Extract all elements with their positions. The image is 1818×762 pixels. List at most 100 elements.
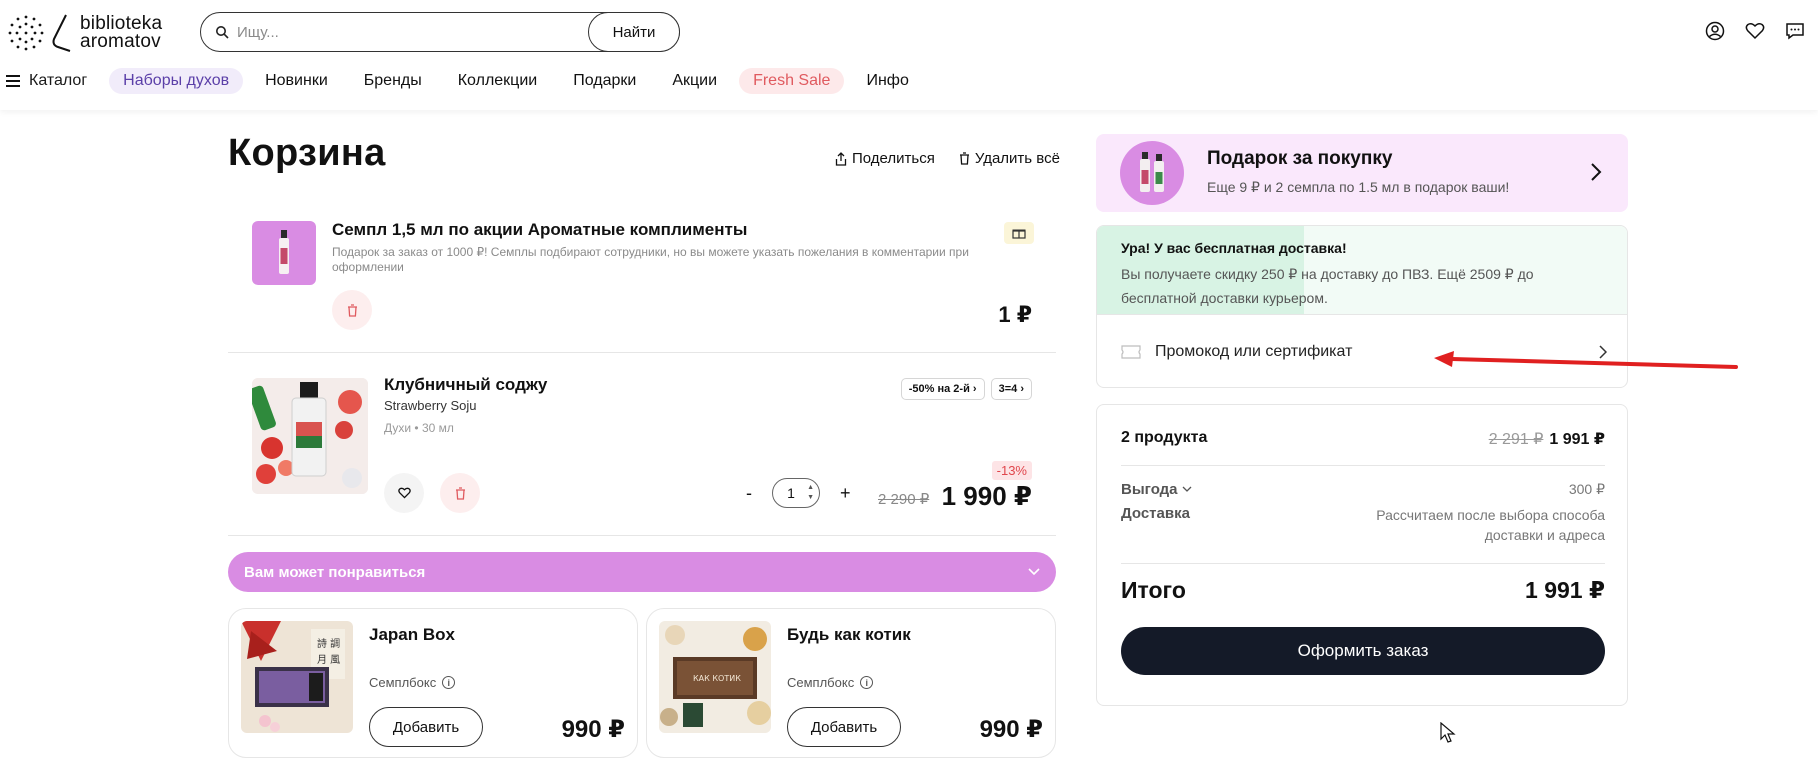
summary-benefit-label: Выгода (1121, 481, 1178, 498)
order-summary: 2 продукта 2 291 ₽ 1 991 ₽ Выгода 300 ₽ … (1096, 404, 1628, 706)
item-title[interactable]: Клубничный соджу (384, 375, 547, 395)
item-price: 1 ₽ (998, 302, 1032, 327)
nav-catalog[interactable]: Каталог (6, 72, 87, 90)
product-card[interactable]: КАК КОТИК Будь как котик Семплбокс i Доб… (646, 608, 1056, 758)
brand-name: biblioteka aromatov (80, 14, 162, 51)
product-image[interactable]: 詩 調 月 風 (241, 621, 353, 733)
search-button[interactable]: Найти (588, 12, 680, 52)
summary-delivery-value: Рассчитаем после выбора способа доставки… (1376, 507, 1605, 543)
product-price: 990 ₽ (979, 716, 1043, 743)
gift-banner[interactable]: Подарок за покупку Еще 9 ₽ и 2 семпла по… (1096, 134, 1628, 212)
product-type-label: Семплбокс (787, 675, 855, 690)
delivery-text: Вы получаете скидку 250 ₽ на доставку до… (1121, 266, 1534, 306)
gift-icon (1004, 222, 1034, 244)
product-type: Семплбокс i (369, 675, 456, 690)
summary-products-price: 1 991 ₽ (1549, 431, 1605, 448)
product-title[interactable]: Будь как котик (787, 625, 911, 645)
site-header: biblioteka aromatov Найти Каталог Наборы… (0, 0, 1818, 110)
share-button[interactable]: Поделиться (835, 150, 935, 167)
old-price: 2 290 ₽ (878, 491, 930, 508)
nav-item-fresh-sale[interactable]: Fresh Sale (739, 68, 845, 94)
recommend-title: Вам может понравиться (244, 563, 426, 581)
summary-benefit-value: 300 ₽ (1568, 481, 1605, 497)
nav-item-brands[interactable]: Бренды (350, 68, 436, 94)
logo-slash-icon (52, 14, 71, 52)
summary-benefit-row: Выгода 300 ₽ (1121, 481, 1605, 498)
nav-item-sales[interactable]: Акции (658, 68, 731, 94)
add-to-cart-button[interactable]: Добавить (787, 707, 901, 747)
brand-logo[interactable]: biblioteka aromatov (6, 12, 176, 54)
checkout-button[interactable]: Оформить заказ (1121, 627, 1605, 675)
main-nav: Каталог Наборы духов Новинки Бренды Колл… (0, 66, 923, 96)
product-title[interactable]: Japan Box (369, 625, 455, 645)
product-type-label: Семплбокс (369, 675, 437, 690)
remove-item-button[interactable] (440, 473, 480, 513)
logo-dots-icon (8, 15, 44, 51)
gift-subtitle: Еще 9 ₽ и 2 семпла по 1.5 мл в подарок в… (1207, 179, 1510, 195)
search-icon (216, 26, 229, 39)
promo-tag[interactable]: -50% на 2-й › (900, 378, 985, 400)
quantity-stepper: - 1 ▲ ▼ + (746, 478, 851, 508)
qty-field[interactable]: 1 ▲ ▼ (772, 478, 820, 508)
recommend-toggle[interactable]: Вам может понравиться (228, 552, 1056, 592)
heart-icon[interactable] (1744, 20, 1766, 42)
summary-total-row: Итого 1 991 ₽ (1121, 577, 1605, 604)
item-description: Подарок за заказ от 1000 ₽! Семплы подби… (332, 245, 969, 274)
info-icon[interactable]: i (860, 676, 874, 689)
trash-icon (455, 486, 465, 500)
nav-item-gifts[interactable]: Подарки (559, 68, 650, 94)
product-type: Семплбокс i (787, 675, 874, 690)
nav-item-new[interactable]: Новинки (251, 68, 342, 94)
nav-item-sets[interactable]: Наборы духов (109, 68, 244, 94)
trash-icon (959, 152, 969, 165)
summary-delivery-label: Доставка (1121, 505, 1190, 522)
item-meta: Духи • 30 мл (384, 421, 454, 435)
product-card[interactable]: 詩 調 月 風 Japan Box Семплбокс i Добавить 9… (228, 608, 638, 758)
spin-arrows-icon[interactable]: ▲ ▼ (807, 483, 814, 503)
chevron-right-icon (1591, 163, 1602, 181)
remove-item-button[interactable] (332, 290, 372, 330)
chat-icon[interactable] (1784, 20, 1806, 42)
promo-tag-label: 3=4 (998, 383, 1018, 395)
share-label: Поделиться (852, 150, 935, 167)
header-icons (1704, 20, 1806, 42)
annotation-arrow-icon (1434, 351, 1738, 369)
svg-text:月 風: 月 風 (317, 654, 340, 666)
nav-item-info[interactable]: Инфо (852, 68, 922, 94)
share-icon (835, 151, 847, 166)
nav-catalog-label: Каталог (29, 72, 88, 89)
summary-benefit-toggle[interactable]: Выгода (1121, 481, 1192, 498)
qty-value: 1 (787, 485, 795, 501)
gift-image (1120, 141, 1184, 205)
cart-actions: Поделиться Удалить всё (835, 150, 1060, 167)
promo-tag[interactable]: 3=4 › (990, 378, 1032, 400)
qty-plus-button[interactable]: + (840, 483, 851, 504)
favorite-button[interactable] (384, 473, 424, 513)
summary-products-label: 2 продукта (1121, 429, 1208, 446)
product-image[interactable] (252, 221, 316, 285)
add-to-cart-button[interactable]: Добавить (369, 707, 483, 747)
chevron-down-icon (1028, 568, 1040, 576)
delete-all-label: Удалить всё (974, 150, 1060, 167)
user-icon[interactable] (1704, 20, 1726, 42)
delete-all-button[interactable]: Удалить всё (959, 150, 1060, 167)
item-title[interactable]: Семпл 1,5 мл по акции Ароматные комплиме… (332, 220, 747, 240)
promo-tags: -50% на 2-й › 3=4 › (900, 378, 1032, 400)
summary-products-row: 2 продукта 2 291 ₽ 1 991 ₽ (1121, 429, 1605, 449)
delivery-title: Ура! У вас бесплатная доставка! (1121, 240, 1347, 256)
info-icon[interactable]: i (442, 676, 456, 689)
qty-minus-button[interactable]: - (746, 483, 752, 504)
search-input[interactable] (237, 23, 567, 41)
promo-code-label: Промокод или сертификат (1155, 343, 1353, 360)
cart-item: Клубничный соджу Strawberry Soju Духи • … (228, 353, 1056, 536)
summary-old-price: 2 291 ₽ (1488, 431, 1544, 448)
product-image[interactable]: КАК КОТИК (659, 621, 771, 733)
product-image[interactable] (252, 378, 368, 494)
summary-total-value: 1 991 ₽ (1525, 577, 1605, 603)
trash-icon (347, 303, 357, 317)
nav-item-collections[interactable]: Коллекции (444, 68, 551, 94)
svg-text:詩 調: 詩 調 (317, 637, 340, 650)
promo-tag-label: -50% на 2-й (908, 383, 970, 395)
divider (1121, 563, 1605, 564)
sample-vial-icon (279, 230, 289, 274)
